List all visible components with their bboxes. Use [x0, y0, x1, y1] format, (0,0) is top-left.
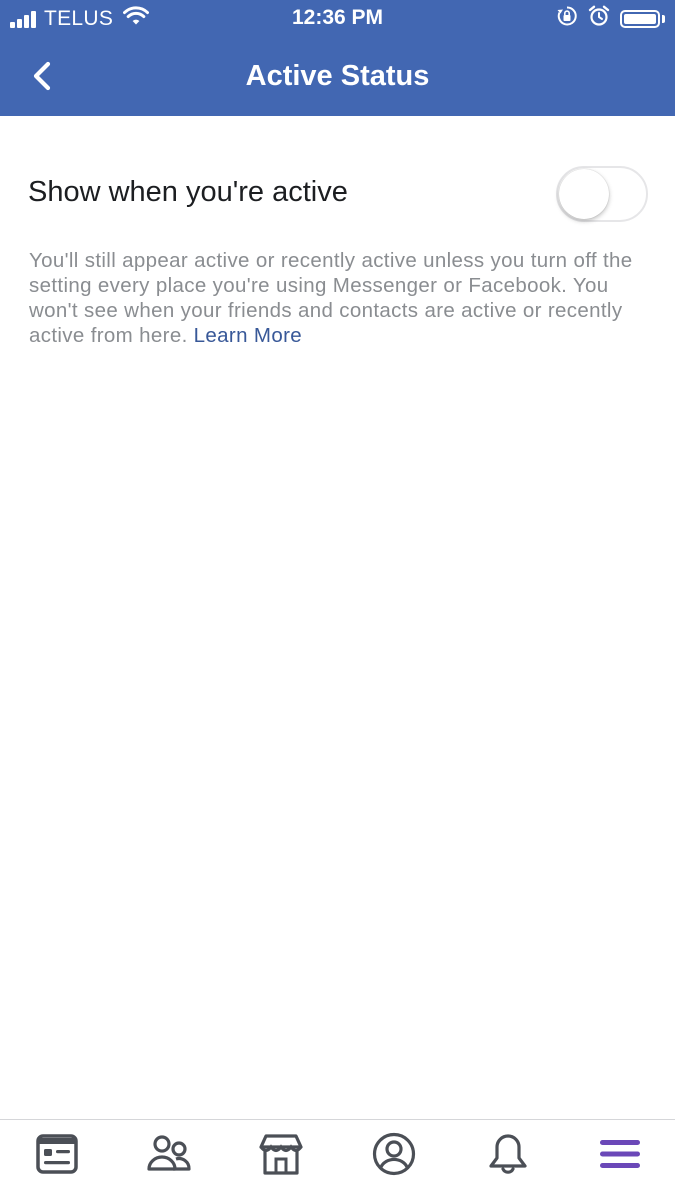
tab-menu[interactable]: [590, 1132, 650, 1188]
setting-label: Show when you're active: [28, 176, 348, 208]
friends-icon: [147, 1135, 191, 1171]
orientation-lock-icon: [556, 5, 578, 33]
status-bar-right: [556, 5, 665, 33]
notifications-bell-icon: [489, 1134, 527, 1174]
bottom-tab-bar: [0, 1119, 675, 1201]
toggle-knob: [559, 169, 609, 219]
marketplace-icon: [259, 1134, 303, 1175]
tab-profile[interactable]: [364, 1132, 424, 1188]
battery-icon: [620, 10, 660, 28]
menu-icon: [600, 1140, 640, 1168]
header-bar: TELUS 12:36 PM Active Status: [0, 0, 675, 116]
learn-more-link[interactable]: Learn More: [194, 324, 302, 347]
page-title: Active Status: [245, 60, 430, 92]
active-status-setting-row: Show when you're active: [0, 160, 675, 226]
description-text: You'll still appear active or recently a…: [29, 249, 633, 347]
tab-marketplace[interactable]: [251, 1132, 311, 1188]
profile-icon: [372, 1132, 416, 1176]
news-feed-icon: [36, 1134, 78, 1174]
setting-description: You'll still appear active or recently a…: [29, 248, 654, 348]
tab-news-feed[interactable]: [27, 1132, 87, 1188]
tab-friends[interactable]: [139, 1132, 199, 1188]
battery-tip: [662, 15, 665, 23]
alarm-clock-icon: [588, 5, 610, 33]
status-bar: TELUS 12:36 PM: [0, 0, 675, 38]
tab-notifications[interactable]: [478, 1132, 538, 1188]
active-status-toggle[interactable]: [556, 166, 648, 222]
